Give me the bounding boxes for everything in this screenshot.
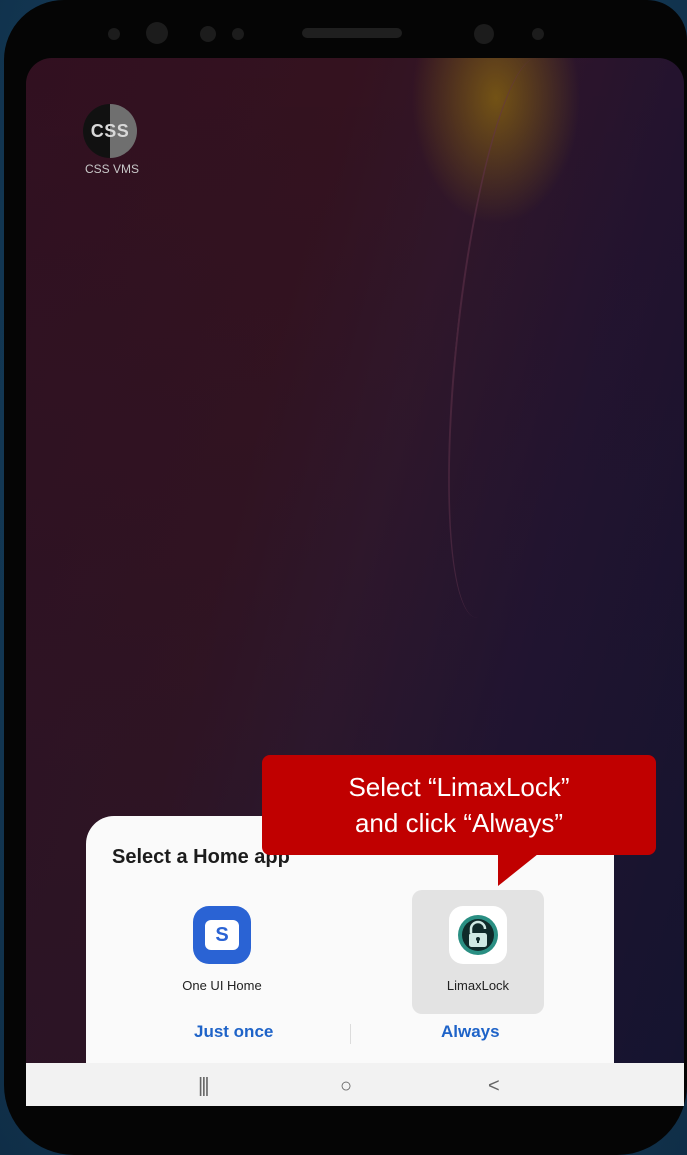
option-label: LimaxLock <box>446 978 510 993</box>
iris-camera-icon <box>474 24 494 44</box>
home-button[interactable]: ○ <box>340 1075 352 1098</box>
house-s-glyph: S <box>205 920 239 950</box>
phone-frame: CSS CSS VMS Select a Home app S One UI H… <box>4 0 687 1155</box>
option-label: One UI Home <box>182 978 262 993</box>
callout-pointer <box>498 854 538 886</box>
phone-top-bezel <box>4 0 687 60</box>
css-vms-app-label: CSS VMS <box>84 162 139 176</box>
phone-screen: CSS CSS VMS Select a Home app S One UI H… <box>26 58 684 1106</box>
sensor-dot <box>232 28 244 40</box>
css-vms-app-icon[interactable]: CSS <box>83 104 137 158</box>
sensor-dot <box>532 28 544 40</box>
instruction-callout: Select “LimaxLock” and click “Always” <box>262 755 656 855</box>
option-limaxlock[interactable]: LimaxLock <box>412 890 544 1014</box>
front-camera-icon <box>146 22 168 44</box>
padlock-icon <box>449 906 507 964</box>
earpiece-speaker <box>302 28 402 38</box>
button-divider <box>350 1024 351 1044</box>
option-one-ui-home[interactable]: S One UI Home <box>156 890 288 1014</box>
callout-line-1: Select “LimaxLock” <box>348 772 570 802</box>
callout-line-2: and click “Always” <box>354 808 564 838</box>
sensor-dot <box>108 28 120 40</box>
navigation-bar: ||| ○ < <box>26 1063 684 1106</box>
back-button[interactable]: < <box>488 1075 500 1098</box>
sensor-dot <box>200 26 216 42</box>
one-ui-home-icon: S <box>193 906 251 964</box>
app-icon-text: CSS <box>90 120 130 141</box>
just-once-button[interactable]: Just once <box>194 1022 273 1042</box>
recents-button[interactable]: ||| <box>198 1075 210 1098</box>
always-button[interactable]: Always <box>441 1022 500 1042</box>
